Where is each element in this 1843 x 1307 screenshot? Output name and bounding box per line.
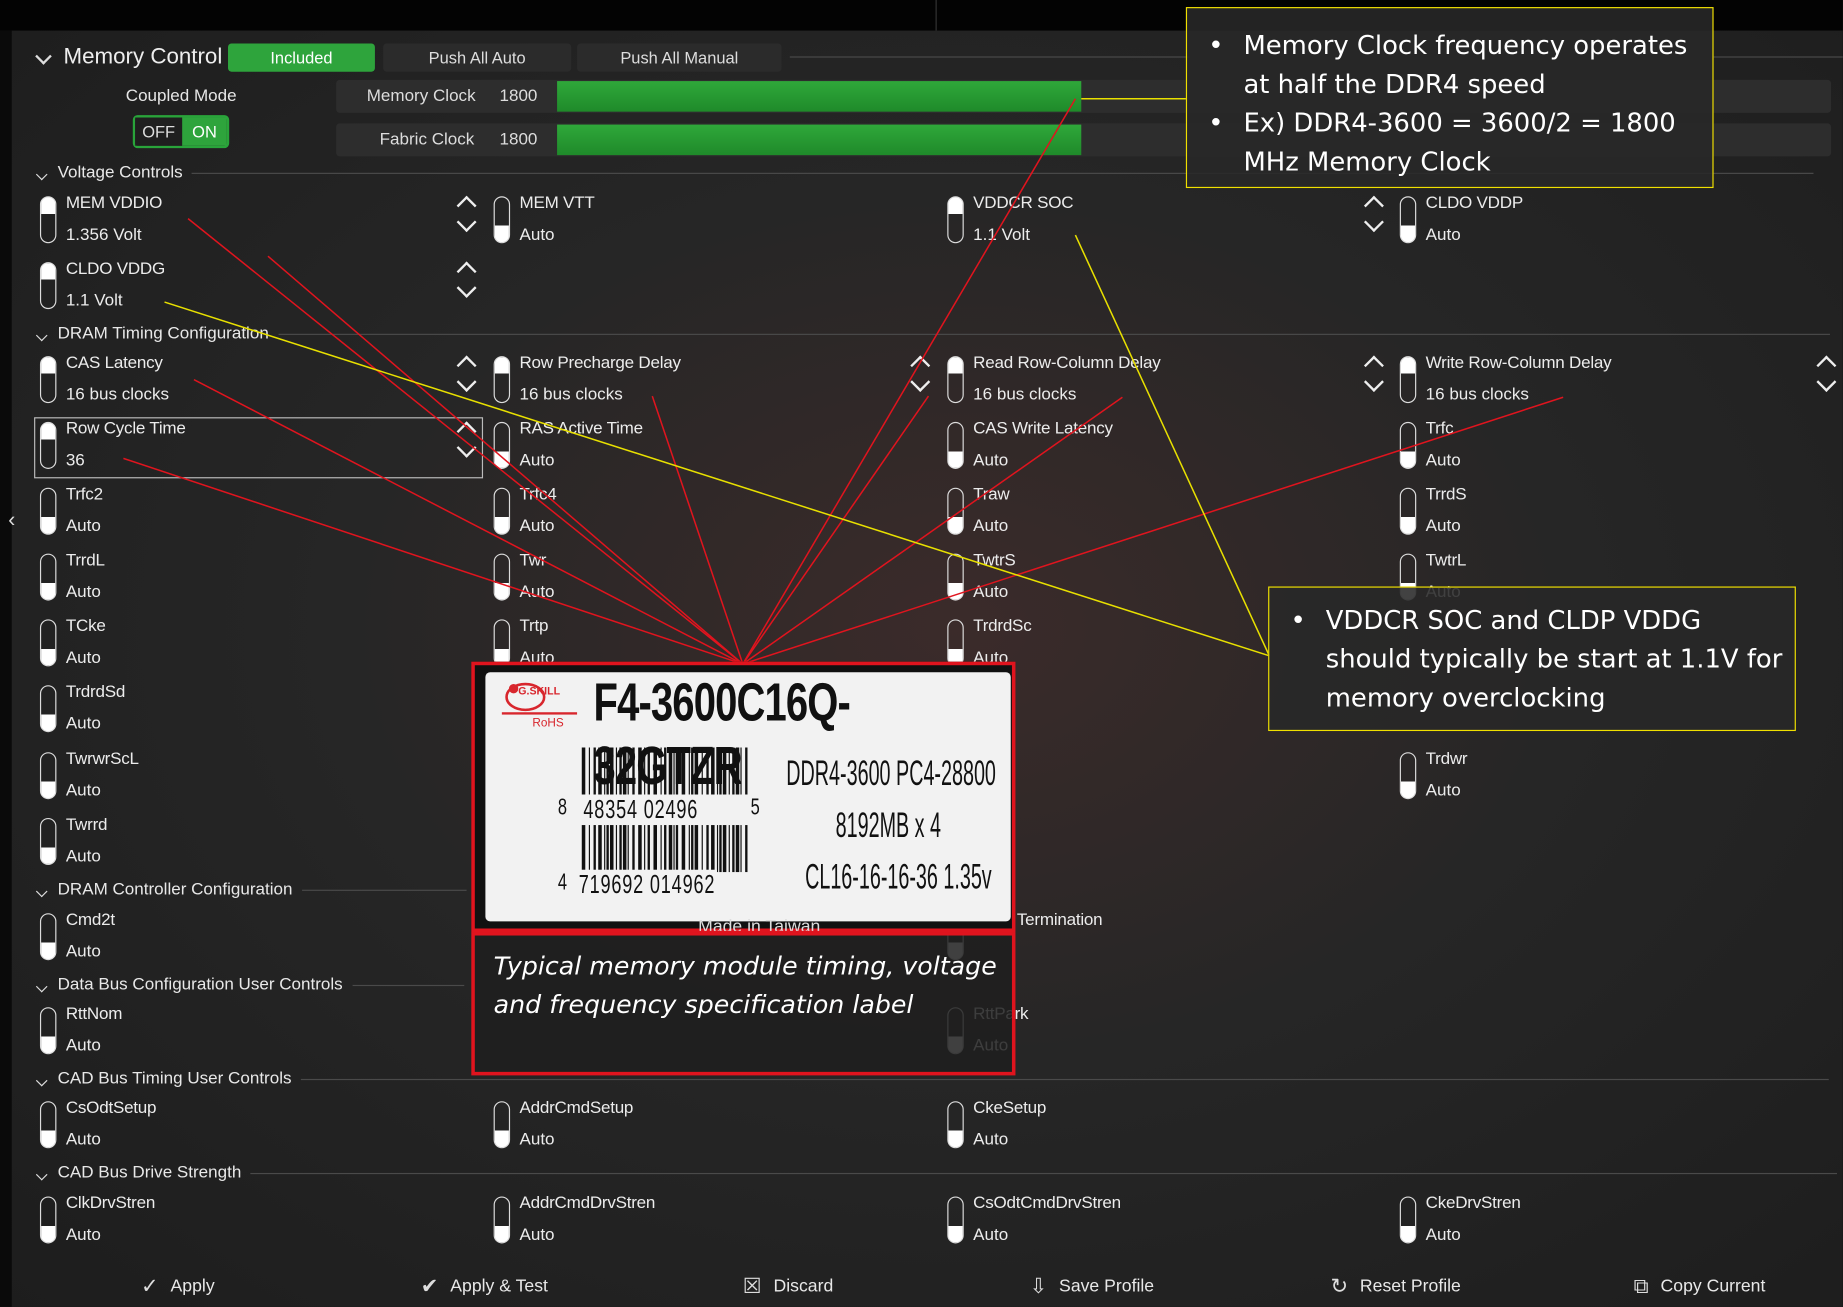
reset-icon: ↻ — [1330, 1273, 1349, 1297]
leader-row-cycle — [123, 457, 744, 665]
footer-toolbar: ✓ Apply ✔ Apply & Test ☒ Discard ⇩ Save Prof… — [33, 1267, 1843, 1305]
made-in-text: Made in Taiwan — [698, 916, 821, 931]
double-check-icon: ✔ — [420, 1273, 439, 1297]
brand-text: G.SKILL — [518, 685, 561, 697]
leader-cldo-vddg — [164, 301, 1270, 657]
discard-icon: ☒ — [742, 1273, 762, 1297]
save-profile-label: Save Profile — [1059, 1275, 1155, 1296]
speed-text: DDR4-3600 PC4-28800 — [786, 754, 996, 794]
label-caption-box: Typical memory module timing, voltage an… — [471, 932, 1016, 1076]
callout-clock-line-2: Ex) DDR4-3600 = 3600/2 = 1800 MHz Memory… — [1208, 105, 1712, 183]
copy-icon: ⧉ — [1633, 1273, 1649, 1297]
copy-current-label: Copy Current — [1660, 1275, 1766, 1296]
callout-memory-clock: Memory Clock frequency operates at half … — [1185, 7, 1714, 189]
leader-vddcr-soc — [1074, 234, 1271, 657]
leader-cldo — [267, 255, 744, 665]
reset-profile-label: Reset Profile — [1359, 1275, 1461, 1296]
memory-module-label: G.SKILL RoHS F4-3600C16Q-32GTZR 8 48354 … — [471, 661, 1016, 933]
callout-voltage-text: VDDCR SOC and CLDP VDDG should typically… — [1290, 602, 1795, 718]
barcode-1-left: 8 — [557, 794, 568, 821]
barcode-1-right: 5 — [750, 794, 760, 821]
ryzen-master-memory-panel: ‹ Memory Control Included Push All Auto … — [0, 0, 1843, 1307]
label-underline — [501, 712, 578, 715]
timings-text: CL16-16-16-36 1.35v — [805, 857, 992, 897]
apply-test-label: Apply & Test — [450, 1275, 548, 1296]
barcode-2-left: 4 — [557, 869, 568, 896]
leader-memory-clock — [742, 98, 1077, 665]
discard-button[interactable]: ☒ Discard — [743, 1267, 833, 1305]
barcode-2-digits: 719692 014962 — [577, 869, 717, 901]
callout-clock-line-1: Memory Clock frequency operates at half … — [1208, 27, 1712, 105]
label-sticker: G.SKILL RoHS F4-3600C16Q-32GTZR 8 48354 … — [485, 672, 1011, 922]
save-profile-button[interactable]: ⇩ Save Profile — [1030, 1267, 1155, 1305]
reset-profile-button[interactable]: ↻ Reset Profile — [1330, 1267, 1460, 1305]
check-icon: ✓ — [141, 1273, 159, 1297]
capacity-text: 8192MB x 4 — [835, 806, 942, 846]
leader-read-rcd — [742, 396, 1123, 665]
discard-label: Discard — [773, 1275, 834, 1296]
copy-current-button[interactable]: ⧉ Copy Current — [1634, 1267, 1766, 1305]
save-icon: ⇩ — [1029, 1273, 1048, 1297]
leader-rcd — [742, 395, 930, 665]
label-caption: Typical memory module timing, voltage an… — [493, 951, 997, 1021]
callout-voltage: VDDCR SOC and CLDP VDDG should typically… — [1268, 586, 1796, 732]
leader-mem-vddio — [187, 218, 744, 665]
rohs-text: RoHS — [532, 716, 564, 730]
apply-button[interactable]: ✓ Apply — [141, 1267, 215, 1305]
apply-test-button[interactable]: ✔ Apply & Test — [421, 1267, 548, 1305]
barcode-1-digits: 48354 02496 — [581, 794, 700, 826]
apply-label: Apply — [170, 1275, 215, 1296]
